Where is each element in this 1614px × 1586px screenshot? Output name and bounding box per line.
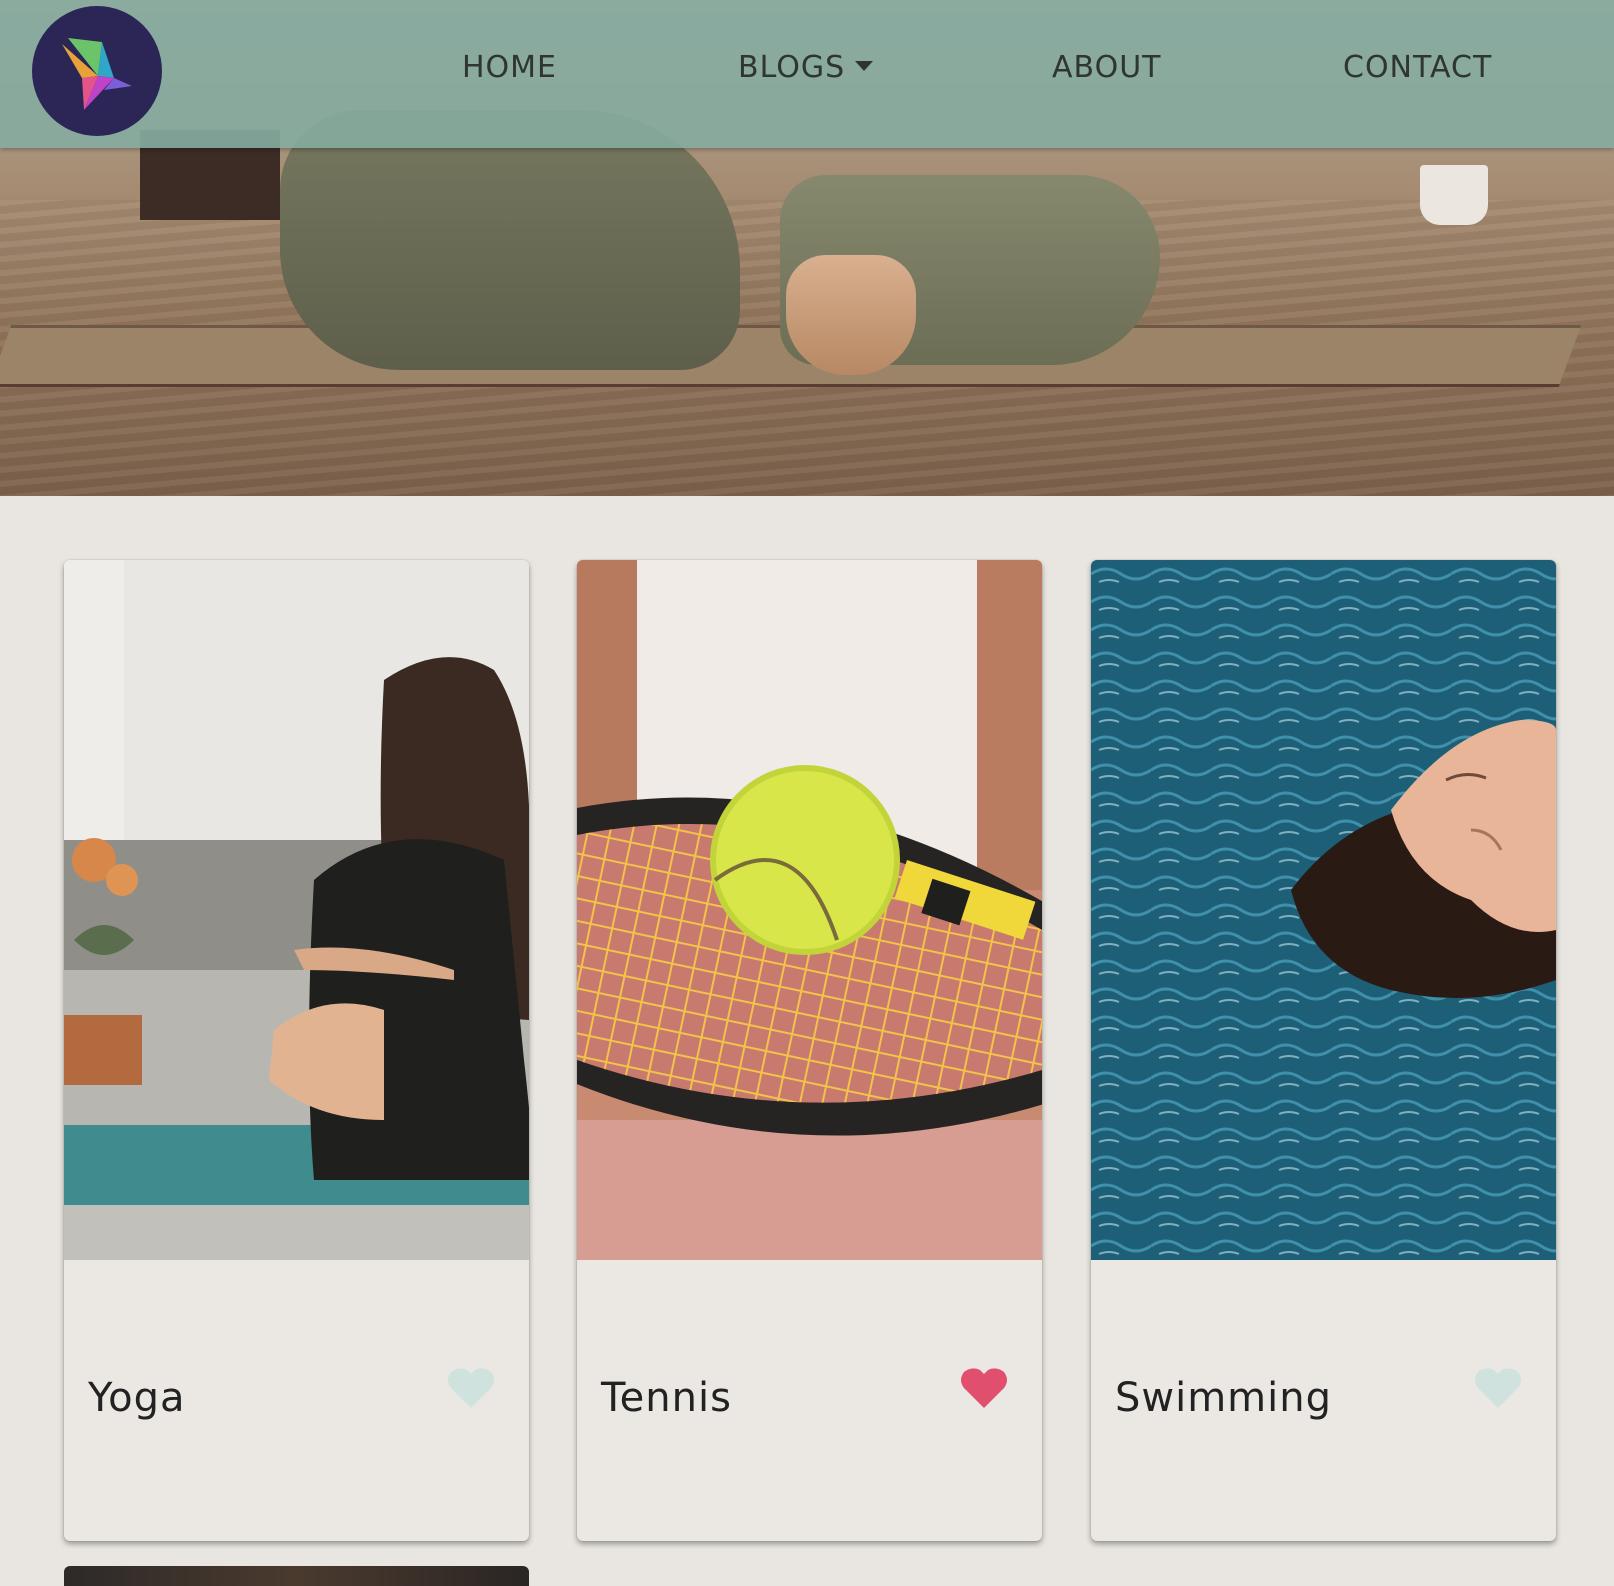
card-title: Swimming <box>1115 1375 1333 1421</box>
caret-down-icon <box>855 61 874 71</box>
card-yoga[interactable]: Yoga <box>64 560 529 1541</box>
heart-icon[interactable] <box>443 1360 499 1416</box>
card-title: Tennis <box>601 1375 732 1421</box>
card-tennis[interactable]: Tennis <box>577 560 1042 1541</box>
card-title: Yoga <box>88 1375 186 1421</box>
paper-crane-logo-icon <box>62 38 132 110</box>
heart-icon[interactable] <box>956 1360 1012 1416</box>
swimming-card-image <box>1091 560 1556 1260</box>
hero-plant-pot <box>1420 165 1488 225</box>
yoga-card-image <box>64 560 529 1260</box>
nav-home[interactable]: HOME <box>462 50 557 90</box>
heart-icon[interactable] <box>1470 1360 1526 1416</box>
navbar: HOME BLOGS ABOUT CONTACT <box>0 0 1614 148</box>
tennis-card-image <box>577 560 1042 1260</box>
hero-leg-left <box>280 110 740 370</box>
card-swimming[interactable]: Swimming <box>1091 560 1556 1541</box>
nav-blogs-label: BLOGS <box>738 50 846 85</box>
logo[interactable] <box>32 6 162 136</box>
nav-about[interactable]: ABOUT <box>1052 50 1161 90</box>
hero-foot <box>786 255 916 375</box>
card-next-row-peek[interactable] <box>64 1566 529 1586</box>
nav-blogs-dropdown[interactable]: BLOGS <box>738 50 874 90</box>
nav-contact[interactable]: CONTACT <box>1343 50 1492 90</box>
